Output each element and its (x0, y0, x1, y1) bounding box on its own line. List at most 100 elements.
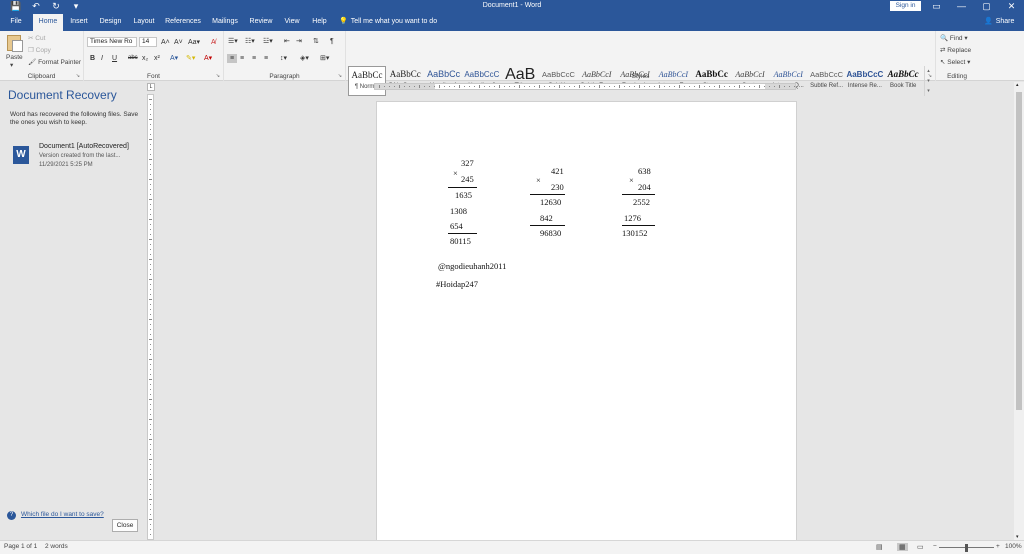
style-subtle-ref[interactable]: AaBbCcC Subtle Ref... (808, 66, 846, 96)
print-layout-icon[interactable]: ▦ (897, 543, 908, 551)
document-page[interactable]: 327 × 245 1635 1308 654 80115 421 × 230 … (376, 101, 797, 541)
ribbon-display-options-icon[interactable]: ▭ (924, 0, 949, 14)
zoom-out-icon[interactable]: − (933, 543, 937, 550)
close-window-button[interactable]: ✕ (999, 0, 1024, 14)
word-count[interactable]: 2 words (45, 543, 68, 550)
tab-help[interactable]: Help (308, 14, 331, 31)
paragraph-launcher-icon[interactable]: ↘ (338, 73, 342, 79)
grow-font-icon[interactable]: A˄ (161, 38, 170, 47)
find-button[interactable]: 🔍 Find ▾ (940, 34, 968, 43)
style-strong[interactable]: AaBbCcStrong (693, 66, 731, 96)
multilevel-list-icon[interactable]: ☳▾ (263, 37, 273, 46)
style-emphasis[interactable]: AaBbCcIEmphasis (616, 66, 654, 96)
style-intense-e[interactable]: AaBbCcIIntense E... (654, 66, 692, 96)
maximize-button[interactable]: ▢ (974, 0, 999, 14)
tab-file[interactable]: File (4, 14, 28, 31)
style-intense-re[interactable]: AaBbCcC Intense Re... (846, 66, 884, 96)
font-launcher-icon[interactable]: ↘ (216, 73, 220, 79)
style-subtle-em[interactable]: AaBbCcISubtle Em... (578, 66, 616, 96)
tab-view[interactable]: View (281, 14, 303, 31)
borders-icon[interactable]: ⊞▾ (320, 54, 329, 63)
sign-in-button[interactable]: Sign in (890, 1, 921, 11)
zoom-level[interactable]: 100% (1005, 543, 1022, 550)
person-icon: 👤 (984, 18, 993, 25)
ruler-tick (150, 524, 151, 525)
paste-button[interactable]: Paste (6, 53, 23, 62)
copy-button[interactable]: ❐ Copy (28, 46, 51, 55)
web-layout-icon[interactable]: ▭ (917, 543, 924, 551)
line-spacing-icon[interactable]: ↕▾ (280, 54, 287, 63)
decrease-indent-icon[interactable]: ⇤ (284, 37, 290, 46)
styles-gallery-scroll[interactable]: ▴ ▾ ▾ (924, 66, 932, 96)
tab-home[interactable]: Home (33, 14, 63, 31)
select-button[interactable]: ↖ Select ▾ (940, 58, 970, 67)
recovered-file-item[interactable]: W Document1 [AutoRecovered] Version crea… (10, 142, 142, 172)
style-no-spac[interactable]: AaBbCc¶ No Spac... (386, 66, 424, 96)
bullets-icon[interactable]: ☰▾ (228, 37, 238, 46)
align-center-icon[interactable]: ≡ (240, 54, 244, 63)
close-recovery-button[interactable]: Close (112, 519, 138, 532)
superscript-button[interactable]: x² (154, 54, 160, 63)
ruler-tick (599, 85, 600, 88)
strikethrough-button[interactable]: abc (128, 54, 138, 63)
read-mode-icon[interactable]: ▤ (876, 543, 883, 551)
tab-selector[interactable]: L (147, 83, 155, 91)
align-right-icon[interactable]: ≡ (252, 54, 256, 63)
font-color-icon[interactable]: A▾ (204, 54, 212, 63)
align-left-icon[interactable]: ≡ (227, 54, 237, 63)
tell-me-box[interactable]: 💡 Tell me what you want to do (339, 14, 437, 31)
subscript-button[interactable]: x₂ (142, 54, 148, 63)
paste-icon[interactable] (7, 35, 23, 52)
page-count[interactable]: Page 1 of 1 (4, 543, 37, 550)
tab-references[interactable]: References (163, 14, 203, 31)
style-heading-1[interactable]: AaBbCcHeading 1 (425, 66, 463, 96)
style-normal[interactable]: AaBbCc ¶ Normal (348, 66, 386, 96)
style-book-title[interactable]: AaBbCc Book Title (884, 66, 922, 96)
clipboard-launcher-icon[interactable]: ↘ (76, 73, 80, 79)
tab-insert[interactable]: Insert (66, 14, 92, 31)
tab-mailings[interactable]: Mailings (209, 14, 241, 31)
which-file-help-link[interactable]: Which file do I want to save? (21, 511, 104, 518)
increase-indent-icon[interactable]: ⇥ (296, 37, 302, 46)
change-case-icon[interactable]: Aa▾ (188, 38, 200, 47)
style-quote[interactable]: AaBbCcIQuote (731, 66, 769, 96)
cut-button[interactable]: ✂ Cut (28, 34, 45, 43)
highlight-icon[interactable]: ✎▾ (186, 54, 195, 63)
text-effects-icon[interactable]: A▾ (170, 54, 178, 63)
calc1-partial-3: 654 (450, 221, 463, 231)
minimize-button[interactable]: — (949, 0, 974, 14)
clear-formatting-icon[interactable]: A̸ (211, 38, 216, 47)
tab-review[interactable]: Review (247, 14, 275, 31)
ruler-tick (150, 374, 151, 375)
italic-button[interactable]: I (101, 54, 103, 63)
vertical-scrollbar[interactable]: ▴ ▾ (1014, 82, 1024, 540)
style-intense-q[interactable]: AaBbCcIIntense Q... (769, 66, 807, 96)
style-title[interactable]: AaBTitle (501, 66, 539, 96)
zoom-in-icon[interactable]: + (996, 543, 1000, 550)
numbering-icon[interactable]: ☷▾ (245, 37, 255, 46)
underline-button[interactable]: U (112, 54, 117, 63)
replace-button[interactable]: ⇄ Replace (940, 46, 971, 55)
format-painter-button[interactable]: 🖌 Format Painter (28, 58, 81, 67)
ruler-tick (534, 86, 535, 87)
zoom-slider-handle[interactable] (965, 544, 968, 552)
font-name-select[interactable]: Times New Ro (87, 37, 137, 47)
font-size-select[interactable]: 14 (139, 37, 157, 47)
style-heading-2[interactable]: AaBbCcCHeading 2 (463, 66, 501, 96)
style-sample: AaBbCc (389, 69, 421, 79)
vertical-ruler[interactable] (147, 94, 154, 540)
shrink-font-icon[interactable]: A˅ (174, 38, 183, 47)
show-marks-icon[interactable]: ¶ (330, 37, 334, 46)
horizontal-ruler[interactable] (374, 83, 796, 90)
style-subtitle[interactable]: AaBbCcCSubtitle (540, 66, 578, 96)
justify-icon[interactable]: ≡ (264, 54, 268, 63)
bold-button[interactable]: B (90, 54, 95, 63)
scroll-up-icon[interactable]: ▴ (1016, 82, 1019, 88)
tab-layout[interactable]: Layout (131, 14, 157, 31)
sort-icon[interactable]: ⇅ (313, 37, 319, 46)
tab-design[interactable]: Design (97, 14, 124, 31)
scrollbar-thumb[interactable] (1016, 92, 1022, 410)
paste-dropdown-icon[interactable]: ▾ (10, 61, 13, 70)
shading-icon[interactable]: ◈▾ (300, 54, 309, 63)
share-button[interactable]: 👤 Share (984, 14, 1014, 31)
